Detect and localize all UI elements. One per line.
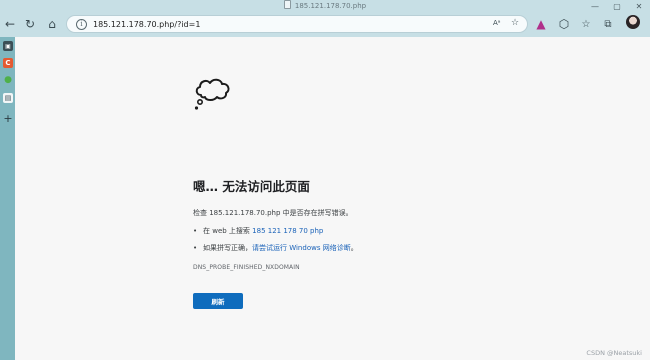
favorites-icon[interactable]: ☆ bbox=[578, 16, 594, 32]
extension-hexagon-icon[interactable]: ⬡ bbox=[556, 16, 572, 32]
error-code: DNS_PROBE_FINISHED_NXDOMAIN bbox=[193, 264, 300, 271]
maximize-button[interactable]: ▢ bbox=[606, 0, 628, 12]
document-icon bbox=[283, 0, 291, 9]
reload-button[interactable]: 刷新 bbox=[193, 293, 243, 309]
green-extension-icon[interactable]: ● bbox=[3, 75, 13, 85]
read-aloud-icon[interactable]: Aᵃ bbox=[493, 19, 501, 27]
search-prefix: 在 web 上搜索 bbox=[203, 227, 253, 235]
csdn-icon[interactable]: C bbox=[3, 58, 13, 68]
search-web-link[interactable]: 185 121 178 70 php bbox=[252, 227, 323, 235]
wallet-icon[interactable]: ▤ bbox=[3, 93, 13, 103]
check-spelling-text: 检查 185.121.178.70.php 中是否存在拼写错误。 bbox=[193, 209, 353, 217]
network-diagnostics-link[interactable]: 请尝试运行 Windows 网络诊断 bbox=[252, 244, 351, 252]
browser-toolbar: ← ↻ ⌂ i 185.121.178.70.php/?id=1 Aᵃ ☆ ▲ … bbox=[0, 12, 650, 37]
profile-avatar[interactable] bbox=[626, 15, 640, 29]
tab-title[interactable]: 185.121.178.70.php bbox=[0, 0, 650, 12]
info-icon[interactable]: i bbox=[76, 19, 87, 30]
add-icon[interactable]: + bbox=[3, 112, 13, 125]
url-text[interactable]: 185.121.178.70.php/?id=1 bbox=[93, 19, 200, 30]
refresh-icon[interactable]: ↻ bbox=[22, 16, 38, 32]
sidebar: ▣ C ● ▤ + bbox=[0, 37, 15, 360]
window-controls: — ▢ ✕ bbox=[584, 0, 650, 12]
page-content: 嗯… 无法访问此页面 检查 185.121.178.70.php 中是否存在拼写… bbox=[15, 37, 650, 360]
diagnostics-suffix: 。 bbox=[350, 244, 358, 252]
browser-window: 185.121.178.70.php — ▢ ✕ ← ↻ ⌂ i 185.121… bbox=[0, 0, 650, 360]
minimize-button[interactable]: — bbox=[584, 0, 606, 12]
search-suggestion: • 在 web 上搜索 185 121 178 70 php bbox=[193, 226, 323, 236]
favorite-star-icon[interactable]: ☆ bbox=[511, 18, 519, 28]
error-heading: 嗯… 无法访问此页面 bbox=[193, 179, 310, 194]
close-button[interactable]: ✕ bbox=[628, 0, 650, 12]
tab-title-text: 185.121.178.70.php bbox=[294, 2, 367, 10]
home-icon[interactable]: ⌂ bbox=[44, 16, 60, 32]
address-bar[interactable]: i 185.121.178.70.php/?id=1 Aᵃ ☆ bbox=[66, 15, 528, 33]
extension-triangle-icon[interactable]: ▲ bbox=[533, 16, 549, 32]
thought-cloud-icon bbox=[194, 78, 230, 110]
back-arrow-icon[interactable]: ← bbox=[2, 16, 18, 32]
diagnostics-suggestion: • 如果拼写正确，请尝试运行 Windows 网络诊断。 bbox=[193, 243, 358, 253]
title-bar: 185.121.178.70.php — ▢ ✕ bbox=[0, 0, 650, 12]
bullet-dot: • bbox=[193, 227, 198, 235]
diagnostics-prefix: 如果拼写正确， bbox=[203, 244, 252, 252]
watermark-text: CSDN @Neatsuki bbox=[586, 349, 642, 357]
bullet-dot: • bbox=[193, 244, 198, 252]
collections-icon[interactable]: ⧉ bbox=[600, 16, 616, 32]
tabs-icon[interactable]: ▣ bbox=[3, 41, 13, 51]
